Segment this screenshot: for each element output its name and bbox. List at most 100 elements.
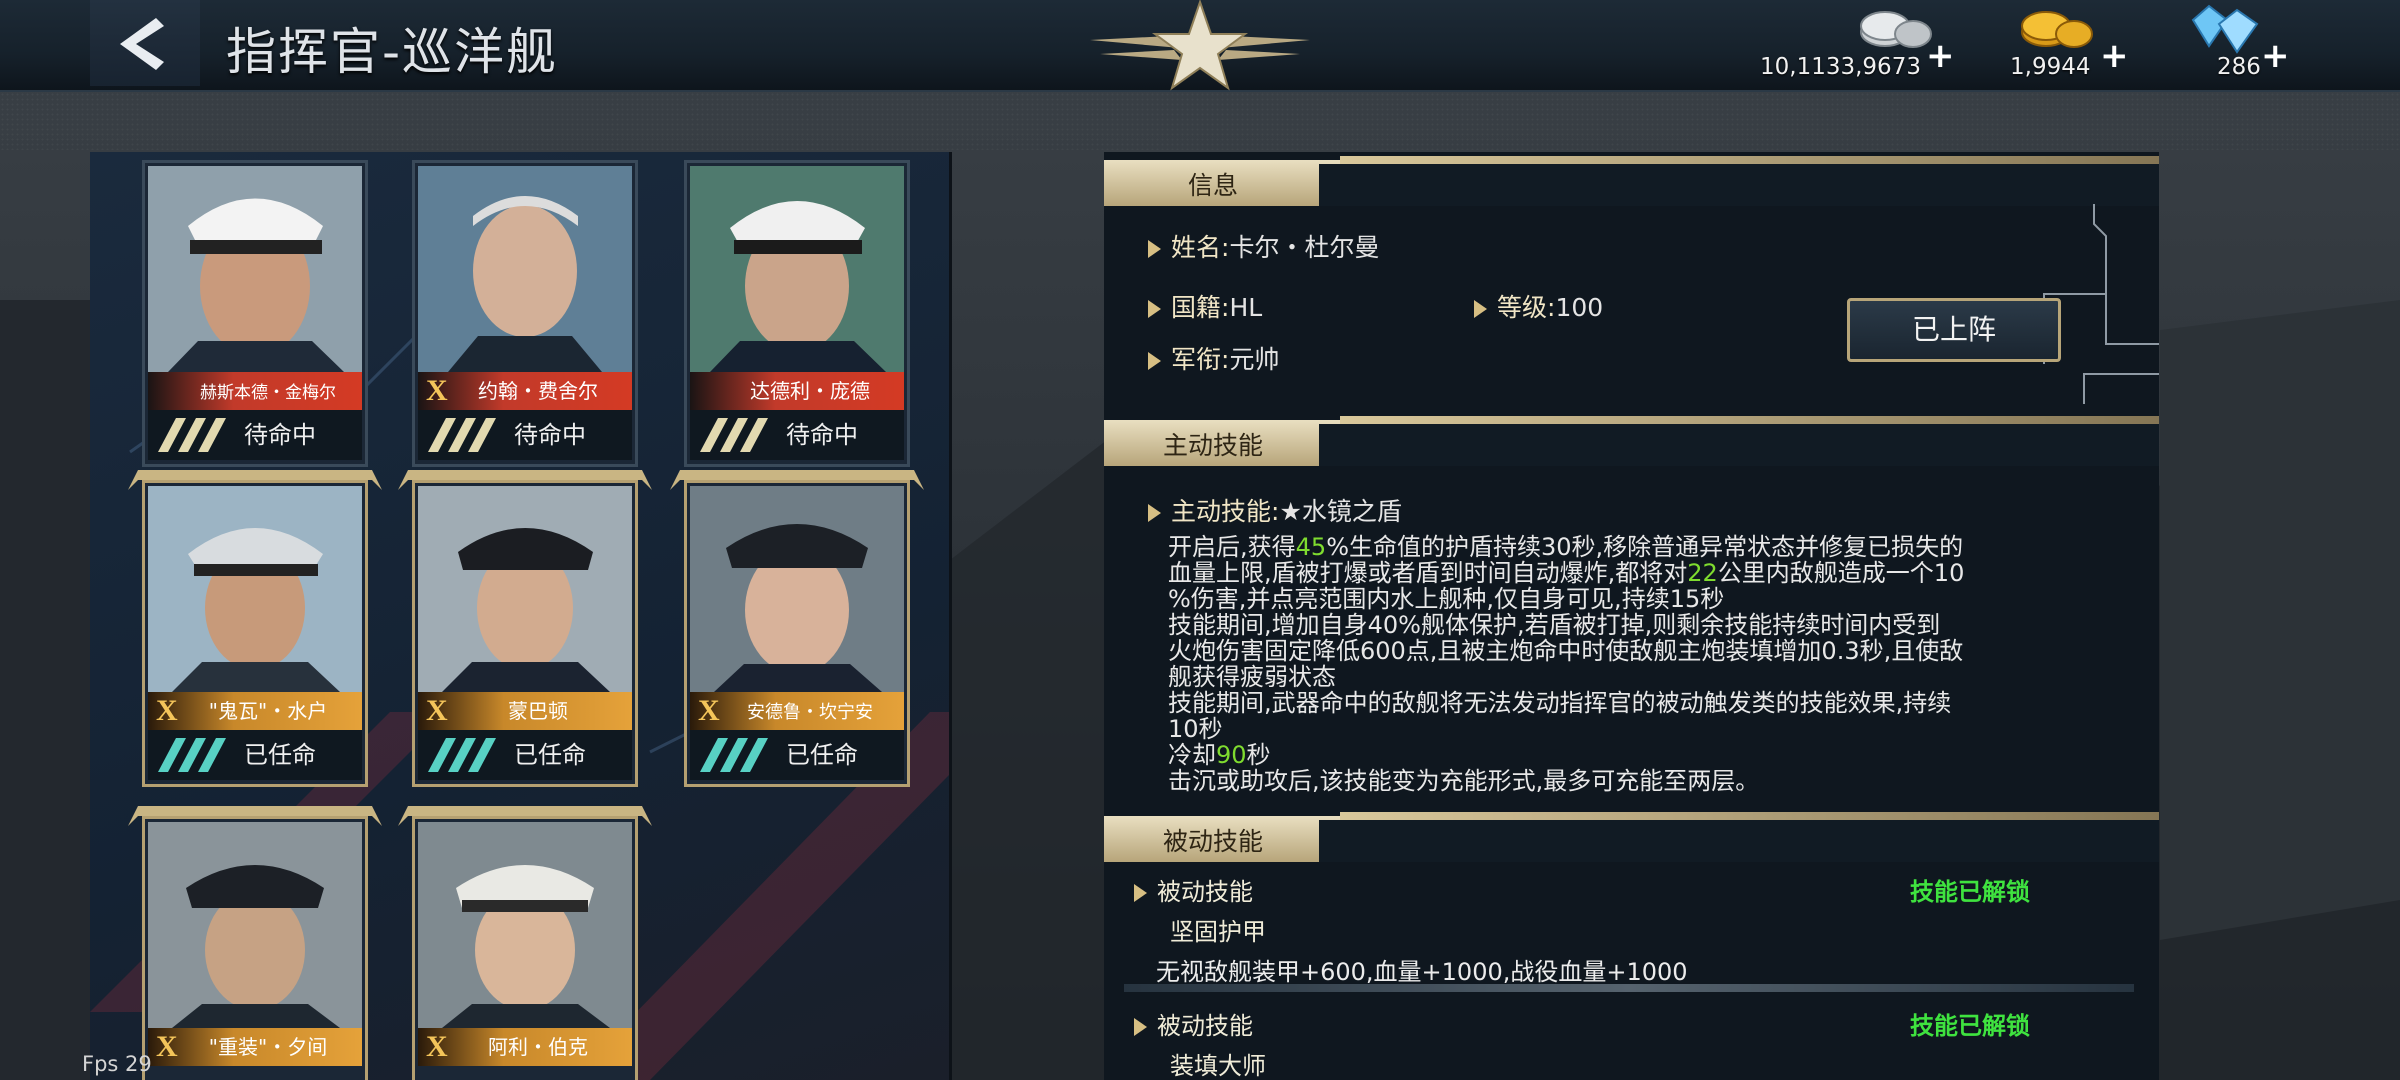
- nationality-row: 国籍:HL: [1148, 288, 1262, 324]
- back-arrow-icon: [120, 18, 164, 70]
- bullet-icon: [1148, 352, 1161, 370]
- commander-card[interactable]: X 蒙巴顿 已任命: [398, 470, 652, 787]
- diamonds-icon: [2191, 4, 2259, 54]
- commander-grid[interactable]: 赫斯本德・金梅尔 待命中 X 约翰・费舍尔 待命中 达德利・庞德 待命中 X "…: [90, 152, 952, 1080]
- passive-skill-section-header: 被动技能: [1104, 812, 2159, 864]
- commander-name-bar: X "鬼瓦"・水户: [148, 692, 362, 730]
- commander-status: 待命中: [786, 421, 858, 449]
- commander-name: 阿利・伯克: [488, 1035, 588, 1059]
- silver-currency: 10,1133,9673 +: [1750, 0, 1960, 92]
- rank-mark: X: [426, 374, 448, 407]
- bullet-icon: [1474, 300, 1487, 318]
- gold-amount: 1,9944: [2010, 54, 2091, 80]
- commander-name-bar: 赫斯本德・金梅尔: [148, 372, 362, 410]
- commander-name: 安德鲁・坎宁安: [747, 702, 873, 723]
- divider: [1124, 984, 2134, 992]
- level-row: 等级:100: [1474, 288, 1603, 324]
- bullet-icon: [1134, 1018, 1147, 1036]
- commander-name-bar: 达德利・庞德: [690, 372, 904, 410]
- passive-skill-section-title: 被动技能: [1162, 827, 1263, 856]
- commander-detail-panel: 信息 姓名:卡尔・杜尔曼 国籍:HL 等级:100 军衔:元帅 已上阵 主动技能…: [1104, 152, 2159, 1080]
- active-skill-section-header: 主动技能: [1104, 416, 2159, 468]
- rank-mark: X: [426, 694, 448, 727]
- passive-skill-status: 技能已解锁: [1910, 878, 2030, 906]
- diamond-amount: 286: [2217, 54, 2261, 80]
- commander-name-bar: X 安德鲁・坎宁安: [690, 692, 904, 730]
- commander-name: "鬼瓦"・水户: [208, 699, 328, 723]
- commander-status: 待命中: [244, 421, 316, 449]
- commander-portrait: [418, 486, 632, 692]
- commander-status: 已任命: [514, 741, 586, 769]
- commander-card[interactable]: X 约翰・费舍尔 待命中: [412, 160, 638, 467]
- commander-portrait: [418, 822, 632, 1028]
- add-gold-button[interactable]: +: [2100, 36, 2129, 76]
- star-wings-emblem: [1090, 0, 1310, 91]
- diamond-currency: 286 +: [2175, 0, 2295, 92]
- commander-name-bar: X 约翰・费舍尔: [418, 372, 632, 410]
- fps-counter: Fps 29: [82, 1052, 152, 1076]
- name-row: 姓名:卡尔・杜尔曼: [1148, 228, 1379, 264]
- commander-status-bar: 已任命: [418, 730, 632, 780]
- add-diamond-button[interactable]: +: [2261, 36, 2290, 76]
- commander-card[interactable]: 赫斯本德・金梅尔 待命中: [142, 160, 368, 467]
- commander-card[interactable]: X "鬼瓦"・水户 已任命: [128, 470, 382, 787]
- commander-portrait: [418, 166, 632, 372]
- commander-name-bar: X "重装"・夕间: [148, 1028, 362, 1066]
- bullet-icon: [1148, 240, 1161, 258]
- commander-portrait: [690, 166, 904, 372]
- rank-mark: X: [426, 1030, 448, 1063]
- commander-status-bar: 已任命: [148, 730, 362, 780]
- commander-status-bar: 待命中: [148, 410, 362, 460]
- commander-status: 待命中: [514, 421, 586, 449]
- info-section-title: 信息: [1187, 171, 1238, 200]
- page-title: 指挥官-巡洋舰: [226, 23, 559, 81]
- stripes-icon: [700, 418, 768, 452]
- bullet-icon: [1148, 300, 1161, 318]
- commander-name: "重装"・夕间: [208, 1035, 328, 1059]
- commander-status: 已任命: [786, 741, 858, 769]
- active-skill-description: 开启后,获得45%生命值的护盾持续30秒,移除普通异常状态并修复已损失的 血量上…: [1168, 533, 1965, 795]
- commander-status-bar: 待命中: [690, 410, 904, 460]
- rank-mark: X: [156, 1030, 178, 1063]
- commander-card[interactable]: X 阿利・伯克: [398, 806, 652, 1080]
- back-button[interactable]: [90, 0, 200, 86]
- commander-status: 已任命: [244, 741, 316, 769]
- stripes-icon: [700, 738, 768, 772]
- commander-portrait: [690, 486, 904, 692]
- bullet-icon: [1148, 504, 1161, 522]
- stripes-icon: [158, 738, 226, 772]
- commander-status-bar: 已任命: [690, 730, 904, 780]
- commander-name: 达德利・庞德: [750, 379, 870, 403]
- deployed-button[interactable]: 已上阵: [1847, 298, 2061, 362]
- commander-portrait: [148, 822, 362, 1028]
- passive-skill-name: 装填大师: [1170, 1052, 1266, 1080]
- top-bar: 指挥官-巡洋舰 10,1133,9673 + 1,9944 + 286 +: [0, 0, 2400, 92]
- passive-skill-status: 技能已解锁: [1910, 1012, 2030, 1040]
- gold-coins-icon: [2021, 11, 2093, 48]
- stripes-icon: [428, 418, 496, 452]
- bullet-icon: [1134, 884, 1147, 902]
- commander-name: 赫斯本德・金梅尔: [200, 383, 336, 403]
- passive-skill-label: 被动技能: [1134, 872, 1253, 907]
- rank-mark: X: [156, 694, 178, 727]
- commander-name: 蒙巴顿: [508, 699, 568, 723]
- commander-card[interactable]: X "重装"・夕间: [128, 806, 382, 1080]
- gold-currency: 1,9944 +: [2000, 0, 2130, 92]
- active-skill-section-title: 主动技能: [1162, 431, 1263, 460]
- commander-card[interactable]: 达德利・庞德 待命中: [684, 160, 910, 467]
- passive-skill-label: 被动技能: [1134, 1006, 1253, 1041]
- passive-skill-desc: 无视敌舰装甲+600,血量+1000,战役血量+1000: [1156, 958, 1688, 986]
- add-silver-button[interactable]: +: [1926, 36, 1955, 76]
- commander-portrait: [148, 166, 362, 372]
- commander-name-bar: X 蒙巴顿: [418, 692, 632, 730]
- silver-amount: 10,1133,9673: [1760, 54, 1921, 80]
- stripes-icon: [428, 738, 496, 772]
- commander-name-bar: X 阿利・伯克: [418, 1028, 632, 1066]
- commander-status-bar: 待命中: [418, 410, 632, 460]
- active-skill-name: ★水镜之盾: [1279, 497, 1402, 526]
- info-section-header: 信息: [1104, 156, 2159, 208]
- rank-mark: X: [698, 694, 720, 727]
- active-skill-row: 主动技能:★水镜之盾: [1148, 492, 1402, 528]
- commander-card[interactable]: X 安德鲁・坎宁安 已任命: [670, 470, 924, 787]
- header-shadow-band: [0, 92, 2400, 150]
